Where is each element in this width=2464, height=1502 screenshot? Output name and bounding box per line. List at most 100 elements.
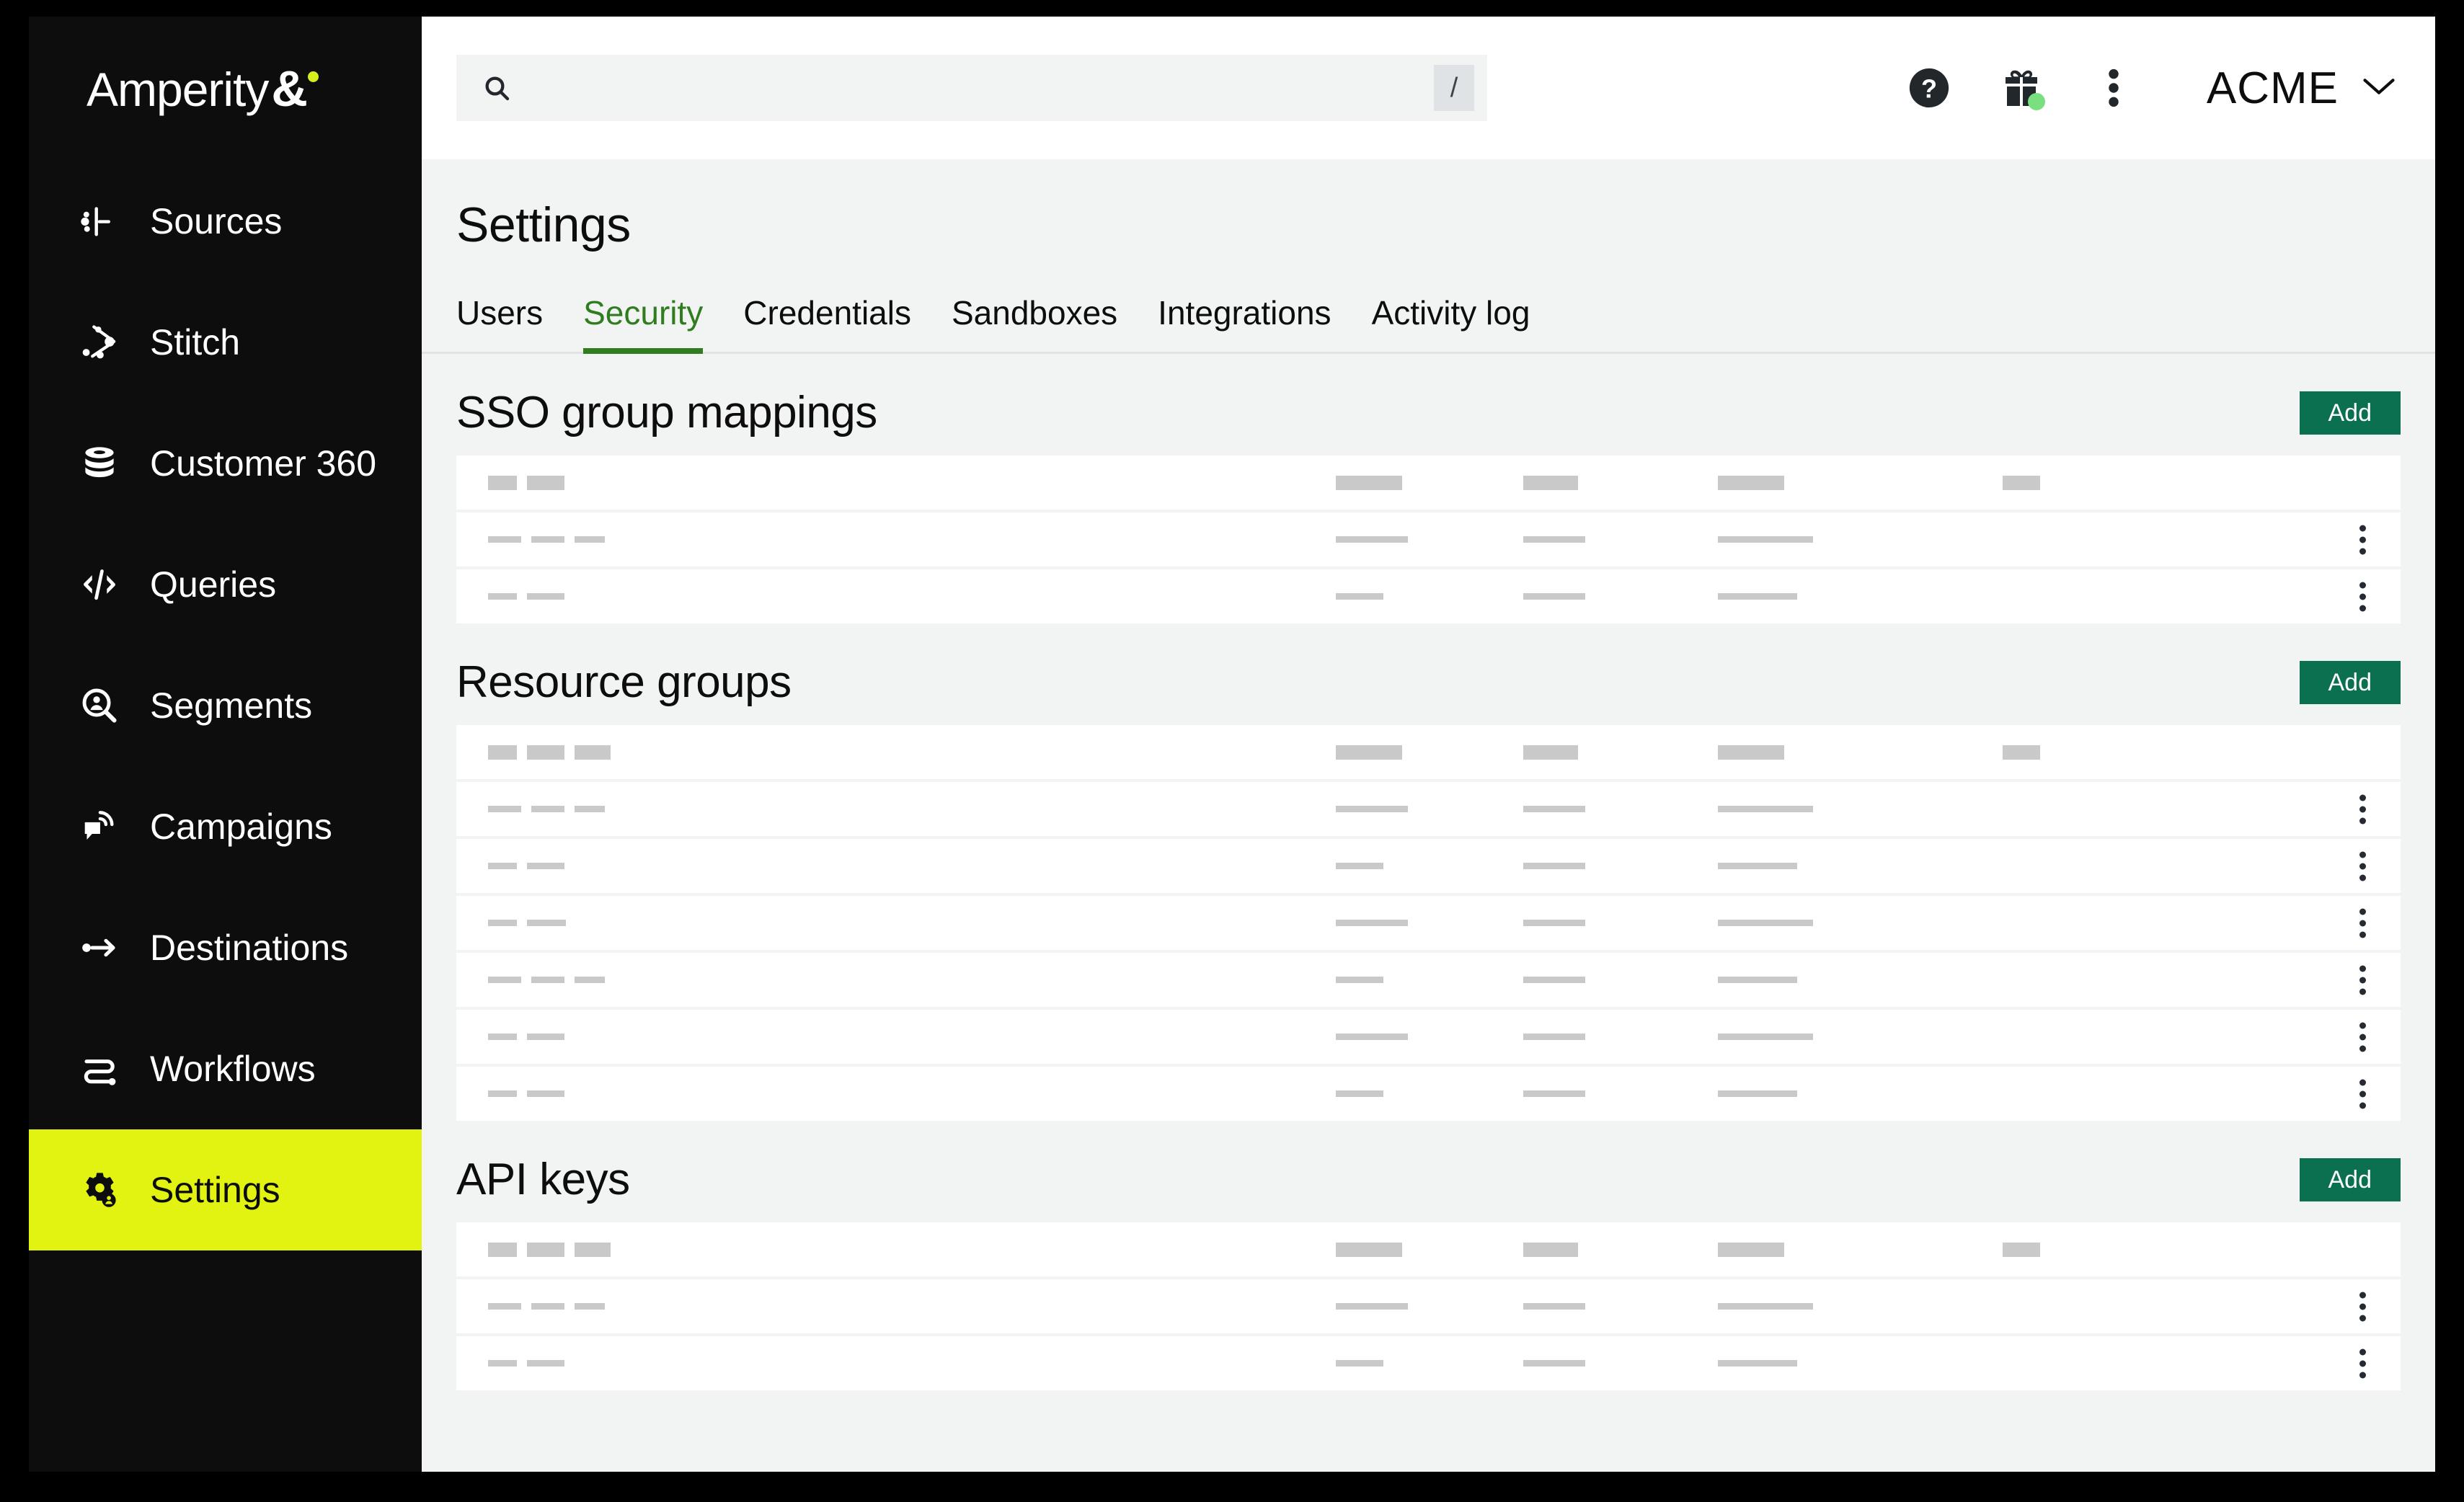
sidebar-item-destinations[interactable]: Destinations (29, 887, 422, 1008)
skeleton-bar (1718, 920, 1813, 926)
sidebar-item-campaigns[interactable]: Campaigns (29, 766, 422, 887)
section-header: API keys Add (456, 1121, 2401, 1222)
skeleton-bar (488, 920, 517, 926)
skeleton-cell-2 (1523, 977, 1585, 983)
add-button[interactable]: Add (2299, 1157, 2401, 1201)
skeleton-bar (1336, 1090, 1383, 1097)
table-row[interactable] (456, 1279, 2401, 1333)
skeleton-bar (527, 593, 564, 600)
skeleton-cell-name (488, 1303, 605, 1310)
skeleton-bar (527, 745, 564, 760)
skeleton-bar (488, 977, 521, 983)
sidebar-item-queries[interactable]: Queries (29, 524, 422, 645)
skeleton-cell-2 (1523, 745, 1578, 760)
sidebar-item-settings[interactable]: Settings (29, 1129, 422, 1250)
tab-activity-log[interactable]: Activity log (1372, 293, 1530, 354)
skeleton-bar (1718, 1090, 1797, 1097)
skeleton-cell-3 (1718, 977, 1797, 983)
search-input[interactable] (511, 72, 1434, 104)
sidebar-item-customer-360[interactable]: Customer 360 (29, 403, 422, 524)
skeleton-cell-name (488, 1360, 564, 1367)
table-row[interactable] (456, 569, 2401, 623)
sidebar-item-sources[interactable]: Sources (29, 161, 422, 282)
table-row[interactable] (456, 1010, 2401, 1064)
skeleton-table (456, 1222, 2401, 1390)
skeleton-cell-name (488, 1242, 611, 1257)
row-kebab-menu-icon[interactable] (2359, 965, 2366, 995)
table-row[interactable] (456, 839, 2401, 893)
skeleton-bar (1336, 475, 1402, 490)
sidebar-item-workflows[interactable]: Workflows (29, 1008, 422, 1129)
skeleton-bar (488, 1242, 517, 1257)
section-header: SSO group mappings Add (456, 354, 2401, 456)
skeleton-bar (1523, 536, 1585, 543)
skeleton-cell-name (488, 475, 564, 490)
tab-credentials[interactable]: Credentials (743, 293, 911, 354)
skeleton-cell-1 (1336, 745, 1402, 760)
skeleton-bar (1336, 1303, 1408, 1310)
skeleton-bar (1718, 593, 1797, 600)
top-bar-actions: ? ACME (1902, 61, 2398, 115)
row-kebab-menu-icon[interactable] (2359, 1292, 2366, 1321)
table-row[interactable] (456, 1336, 2401, 1390)
skeleton-cell-3 (1718, 1242, 1784, 1257)
sidebar-item-label: Segments (150, 685, 313, 726)
add-button[interactable]: Add (2299, 660, 2401, 704)
skeleton-bar (488, 1360, 517, 1367)
account-switcher[interactable]: ACME (2207, 63, 2398, 114)
skeleton-bar (2003, 745, 2040, 760)
skeleton-bar (531, 1303, 564, 1310)
skeleton-bar (1718, 863, 1797, 869)
skeleton-bar (1336, 863, 1383, 869)
table-row[interactable] (456, 512, 2401, 566)
table-row[interactable] (456, 1067, 2401, 1121)
gift-notification-dot (2027, 93, 2045, 110)
row-kebab-menu-icon[interactable] (2359, 851, 2366, 881)
workflows-icon (78, 1047, 121, 1090)
skeleton-bar (575, 806, 605, 812)
tab-integrations[interactable]: Integrations (1158, 293, 1331, 354)
row-kebab-menu-icon[interactable] (2359, 1079, 2366, 1108)
skeleton-bar (1718, 1303, 1813, 1310)
table-row[interactable] (456, 953, 2401, 1007)
skeleton-cell-3 (1718, 475, 1784, 490)
skeleton-bar (2003, 1242, 2040, 1257)
tab-users[interactable]: Users (456, 293, 543, 354)
top-bar: / ? ACME (422, 17, 2435, 159)
search-box[interactable]: / (456, 55, 1487, 121)
skeleton-cell-2 (1523, 536, 1585, 543)
skeleton-bar (488, 1303, 521, 1310)
add-button[interactable]: Add (2299, 391, 2401, 435)
skeleton-cell-1 (1336, 593, 1383, 600)
row-kebab-menu-icon[interactable] (2359, 794, 2366, 824)
tab-security[interactable]: Security (583, 293, 704, 354)
tab-sandboxes[interactable]: Sandboxes (952, 293, 1117, 354)
skeleton-bar (488, 806, 521, 812)
gift-icon[interactable] (1995, 61, 2048, 115)
skeleton-bar (1336, 1034, 1408, 1040)
row-kebab-menu-icon[interactable] (2359, 1022, 2366, 1052)
row-kebab-menu-icon[interactable] (2359, 1348, 2366, 1378)
sidebar-item-label: Workflows (150, 1049, 316, 1089)
skeleton-bar (2003, 475, 2040, 490)
kebab-menu-icon[interactable] (2087, 61, 2140, 115)
sidebar-item-stitch[interactable]: Stitch (29, 282, 422, 403)
skeleton-bar (1718, 1034, 1813, 1040)
help-circle-icon[interactable]: ? (1902, 61, 1956, 115)
skeleton-cell-3 (1718, 1090, 1797, 1097)
table-row[interactable] (456, 782, 2401, 836)
skeleton-cell-3 (1718, 745, 1784, 760)
row-kebab-menu-icon[interactable] (2359, 908, 2366, 938)
table-row[interactable] (456, 896, 2401, 950)
skeleton-bar (527, 920, 566, 926)
skeleton-bar (488, 475, 517, 490)
skeleton-bar (527, 475, 564, 490)
sidebar-item-segments[interactable]: Segments (29, 645, 422, 766)
row-kebab-menu-icon[interactable] (2359, 582, 2366, 611)
row-kebab-menu-icon[interactable] (2359, 525, 2366, 554)
skeleton-bar (531, 806, 564, 812)
skeleton-bar (1523, 1242, 1578, 1257)
skeleton-bar (527, 1090, 564, 1097)
search-icon (482, 74, 511, 102)
brand-logo[interactable]: Amperity& (29, 17, 422, 161)
